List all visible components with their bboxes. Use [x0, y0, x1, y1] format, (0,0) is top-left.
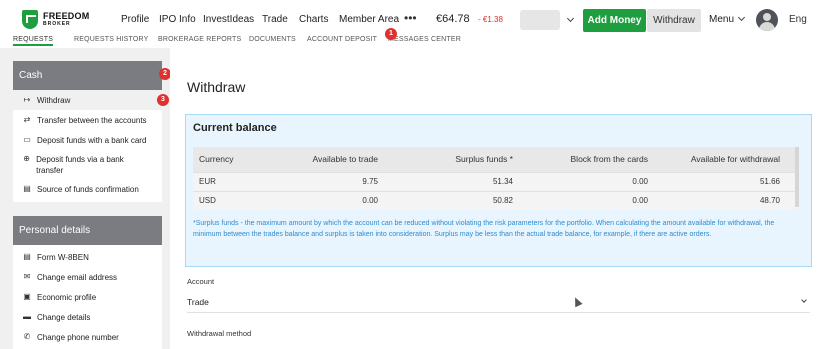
step-badge-1: 1 [385, 28, 397, 40]
withdraw-button[interactable]: Withdraw [647, 9, 701, 32]
column-header-available-for-withdrawal: Available for withdrawal [690, 154, 780, 164]
sidebar-item-change-details[interactable]: ▬ Change details [13, 305, 162, 325]
menu-chevron-down-icon[interactable] [737, 13, 746, 22]
transfer-icon: ⇄ [23, 115, 31, 124]
tab-requests[interactable]: REQUESTS [13, 36, 54, 46]
avatar[interactable] [756, 9, 778, 31]
table-row: USD 0.00 50.82 0.00 48.70 [193, 191, 795, 210]
table-scrollbar[interactable] [795, 147, 799, 207]
sidebar-header-personal-details[interactable]: Personal details [13, 216, 162, 245]
sidebar-item-deposit-bank-transfer[interactable]: ⊕ Deposit funds via a bank transfer [13, 150, 143, 180]
column-header-block-from-cards: Block from the cards [570, 154, 648, 164]
tab-brokerage-reports[interactable]: BROKERAGE REPORTS [158, 36, 241, 43]
sidebar-item-change-email[interactable]: ✉ Change email address [13, 265, 162, 285]
form-icon: ▤ [23, 252, 31, 261]
add-money-button[interactable]: Add Money [583, 9, 646, 32]
withdrawal-method-label: Withdrawal method [187, 329, 252, 338]
section-tabs: REQUESTS REQUESTS HISTORY BROKERAGE REPO… [0, 34, 822, 48]
card-icon: ▭ [23, 135, 31, 144]
column-header-available-to-trade: Available to trade [312, 154, 378, 164]
account-selector[interactable] [520, 9, 580, 31]
sidebar-item-change-phone[interactable]: ✆ Change phone number [13, 325, 162, 345]
sidebar-item-form-w8ben[interactable]: ▤ Form W-8BEN [13, 245, 162, 265]
table-header-row: Currency Available to trade Surplus fund… [193, 147, 795, 172]
tab-messages-center[interactable]: MESSAGES CENTER [388, 36, 461, 43]
bank-transfer-icon: ⊕ [23, 154, 30, 163]
withdraw-icon: ↦ [23, 95, 31, 104]
account-number-blurred [520, 10, 560, 30]
tab-documents[interactable]: DOCUMENTS [249, 36, 296, 43]
language-switcher[interactable]: Eng [789, 14, 807, 25]
envelope-icon: ✉ [23, 272, 31, 281]
freedom-broker-logo[interactable]: FREEDOM BROKER [22, 10, 89, 29]
brand-name: FREEDOM [43, 11, 90, 21]
nav-link-investideas[interactable]: InvestIdeas [203, 14, 254, 25]
nav-link-trade[interactable]: Trade [262, 14, 288, 25]
balance-table: Currency Available to trade Surplus fund… [193, 147, 795, 210]
column-header-surplus-funds: Surplus funds * [455, 154, 513, 164]
sidebar-header-cash[interactable]: Cash [13, 61, 162, 90]
account-balance: €64.78 [436, 13, 470, 25]
nav-link-member-area[interactable]: Member Area [339, 14, 399, 25]
document-icon: ▤ [23, 184, 31, 193]
current-balance-panel: Current balance Currency Available to tr… [185, 114, 812, 267]
page-title: Withdraw [187, 79, 246, 95]
brand-subname: BROKER [43, 21, 71, 27]
phone-icon: ✆ [23, 332, 31, 341]
table-row: EUR 9.75 51.34 0.00 51.66 [193, 172, 795, 191]
current-balance-title: Current balance [193, 122, 277, 134]
sidebar-personal-section: Personal details ▤ Form W-8BEN ✉ Change … [13, 216, 162, 349]
sidebar-item-transfer[interactable]: ⇄ Transfer between the accounts [13, 110, 162, 130]
chevron-down-icon [801, 297, 807, 303]
nav-link-charts[interactable]: Charts [299, 14, 328, 25]
menu-button[interactable]: Menu [709, 14, 734, 25]
nav-link-ipo-info[interactable]: IPO Info [159, 14, 196, 25]
tab-requests-history[interactable]: REQUESTS HISTORY [74, 36, 149, 43]
account-field-label: Account [187, 277, 215, 286]
account-select-value: Trade [187, 297, 209, 307]
tab-account-deposit[interactable]: ACCOUNT DEPOSIT [307, 36, 377, 43]
folder-icon: ▬ [23, 312, 31, 321]
chevron-down-icon [566, 14, 575, 23]
column-header-currency: Currency [199, 154, 234, 164]
shield-logo-icon [22, 10, 38, 29]
sidebar-item-withdraw[interactable]: ↦ Withdraw [13, 90, 162, 110]
briefcase-icon: ▣ [23, 292, 31, 301]
sidebar-item-economic-profile[interactable]: ▣ Economic profile [13, 285, 162, 305]
nav-link-profile[interactable]: Profile [121, 14, 149, 25]
sidebar-item-deposit-card[interactable]: ▭ Deposit funds with a bank card [13, 130, 162, 150]
surplus-funds-note: *Surplus funds - the maximum amount by w… [193, 220, 775, 238]
step-badge-3: 3 [157, 94, 169, 106]
main-content: Withdraw Current balance Currency Availa… [170, 48, 822, 349]
sidebar-cash-section: Cash ↦ Withdraw ⇄ Transfer between the a… [13, 61, 162, 202]
more-menu-icon[interactable]: ••• [404, 11, 417, 25]
sidebar-item-source-of-funds[interactable]: ▤ Source of funds confirmation [13, 180, 162, 200]
balance-change: - €1.38 [478, 15, 503, 24]
account-select[interactable]: Trade [187, 291, 810, 313]
